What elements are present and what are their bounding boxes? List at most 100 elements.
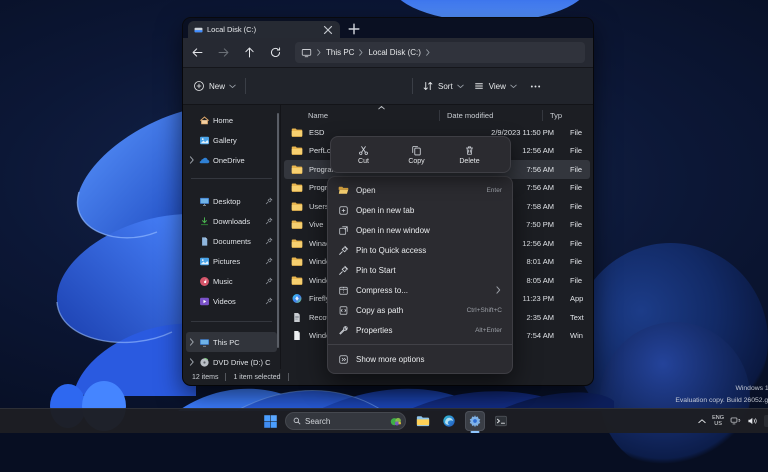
compress-icon	[338, 285, 349, 296]
tray-clipped-item[interactable]	[764, 415, 768, 427]
quick-action[interactable]: Copy	[390, 145, 443, 165]
sidebar-divider	[191, 321, 272, 322]
network-icon[interactable]	[730, 416, 741, 426]
address-bar[interactable]: This PC Local Disk (C:)	[295, 42, 585, 63]
new-tab-button[interactable]	[348, 23, 360, 35]
sidebar-item[interactable]: This PC	[186, 332, 277, 352]
evaluation-watermark: Windows 11 Evaluation copy. Build 26052.…	[660, 383, 768, 407]
chevron-right-icon[interactable]	[188, 358, 196, 366]
pin-icon	[265, 217, 273, 225]
sidebar-scrollbar[interactable]	[277, 113, 279, 348]
menu-item-shortcut: Enter	[486, 186, 502, 194]
chevron-down-icon	[456, 84, 464, 89]
chevron-down-icon	[510, 84, 517, 89]
tab-close-icon[interactable]	[322, 24, 334, 36]
taskbar-app-button[interactable]	[465, 411, 485, 431]
new-button[interactable]: New	[193, 80, 236, 92]
command-bar: New Sort View	[183, 68, 593, 105]
new-label: New	[209, 81, 226, 91]
downloads-icon	[199, 216, 210, 227]
sidebar-item[interactable]: DVD Drive (D:) C	[186, 352, 277, 372]
pin-icon	[265, 197, 273, 205]
quick-action[interactable]: Cut	[337, 145, 390, 165]
sidebar-item[interactable]: Music	[186, 271, 277, 291]
sidebar-item[interactable]: Pictures	[186, 251, 277, 271]
folder-icon	[291, 275, 303, 286]
sidebar-item[interactable]: Desktop	[186, 191, 277, 211]
context-menu-item[interactable]: Pin to Quick access	[332, 240, 508, 260]
watermark-line2: Evaluation copy. Build 26052.ge	[675, 396, 768, 404]
context-menu-item[interactable]: Compress to...	[332, 280, 508, 300]
sidebar-item[interactable]: Downloads	[186, 211, 277, 231]
sidebar-item[interactable]: Gallery	[186, 130, 277, 150]
this-pc-icon	[301, 48, 312, 58]
context-menu-item[interactable]: Show more options	[328, 344, 512, 369]
column-headers: Name Date modified Typ	[281, 105, 593, 123]
properties-icon	[338, 325, 349, 336]
sidebar-item[interactable]: Videos	[186, 291, 277, 311]
menu-item-label: Pin to Start	[356, 265, 396, 275]
pc-icon	[199, 337, 210, 348]
context-menu-item[interactable]: Pin to Start	[332, 260, 508, 280]
context-menu-quick-actions: Cut Copy Delete	[330, 136, 511, 173]
taskbar-app-button[interactable]	[439, 411, 459, 431]
file-type: App	[570, 294, 584, 304]
start-button[interactable]	[263, 414, 278, 429]
onedrive-icon	[199, 155, 210, 166]
back-button[interactable]	[191, 46, 204, 59]
folder-icon	[291, 182, 303, 193]
submenu-arrow-icon	[495, 286, 502, 294]
sort-icon	[422, 80, 434, 92]
terminal-icon	[494, 414, 508, 428]
taskbar-app-button[interactable]	[413, 411, 433, 431]
sidebar-item[interactable]: Documents	[186, 231, 277, 251]
system-tray: ENG US	[698, 409, 768, 433]
view-button[interactable]: View	[473, 80, 517, 92]
videos-icon	[199, 296, 210, 307]
context-menu-item[interactable]: Copy as path Ctrl+Shift+C	[332, 300, 508, 320]
quick-action-label: Cut	[358, 157, 369, 165]
sort-button[interactable]: Sort	[422, 80, 464, 92]
settings-gear-icon	[468, 414, 482, 428]
volume-icon[interactable]	[747, 416, 758, 426]
see-more-button[interactable]	[529, 80, 542, 93]
breadcrumb-this-pc[interactable]: This PC	[326, 48, 354, 57]
dvd-icon	[199, 357, 210, 368]
column-header-name[interactable]: Name	[281, 111, 439, 120]
menu-item-shortcut: Ctrl+Shift+C	[466, 306, 502, 314]
explorer-tab[interactable]: Local Disk (C:)	[188, 21, 340, 38]
context-menu-item[interactable]: Properties Alt+Enter	[332, 320, 508, 340]
up-button[interactable]	[243, 46, 256, 59]
language-indicator[interactable]: ENG US	[712, 415, 724, 427]
hidden-icons-button[interactable]	[698, 418, 706, 424]
context-menu-item[interactable]: Open Enter	[332, 180, 508, 200]
items-count: 12 items	[192, 373, 219, 381]
copy-icon	[411, 145, 422, 156]
forward-button[interactable]	[217, 46, 230, 59]
chevron-right-icon[interactable]	[188, 338, 196, 346]
file-type: File	[570, 275, 583, 285]
chevron-right-icon[interactable]	[188, 156, 196, 164]
breadcrumb-local-disk[interactable]: Local Disk (C:)	[368, 48, 420, 57]
menu-item-shortcut: Alt+Enter	[475, 326, 502, 334]
column-header-type[interactable]: Typ	[542, 109, 593, 121]
refresh-button[interactable]	[269, 46, 282, 59]
open-new-window-icon	[338, 225, 349, 236]
sidebar-item[interactable]: Home	[186, 110, 277, 130]
toolbar-buttons	[255, 80, 403, 93]
context-menu-item[interactable]: Open in new tab	[332, 200, 508, 220]
search-box[interactable]: Search	[285, 412, 406, 430]
quick-action-label: Delete	[459, 157, 480, 165]
taskbar-app-button[interactable]	[491, 411, 511, 431]
context-menu-item[interactable]: Open in new window	[332, 220, 508, 240]
search-highlights-icon[interactable]	[389, 415, 403, 428]
sort-ascending-icon	[378, 105, 385, 110]
search-placeholder: Search	[305, 416, 331, 426]
desktop-icon	[199, 196, 210, 207]
sidebar-item[interactable]: OneDrive	[186, 150, 277, 170]
menu-item-label: Copy as path	[356, 305, 404, 315]
open-folder-icon	[338, 185, 349, 196]
watermark-line1: Windows 11	[735, 385, 768, 392]
quick-action[interactable]: Delete	[443, 145, 496, 165]
column-header-date-modified[interactable]: Date modified	[439, 109, 542, 121]
